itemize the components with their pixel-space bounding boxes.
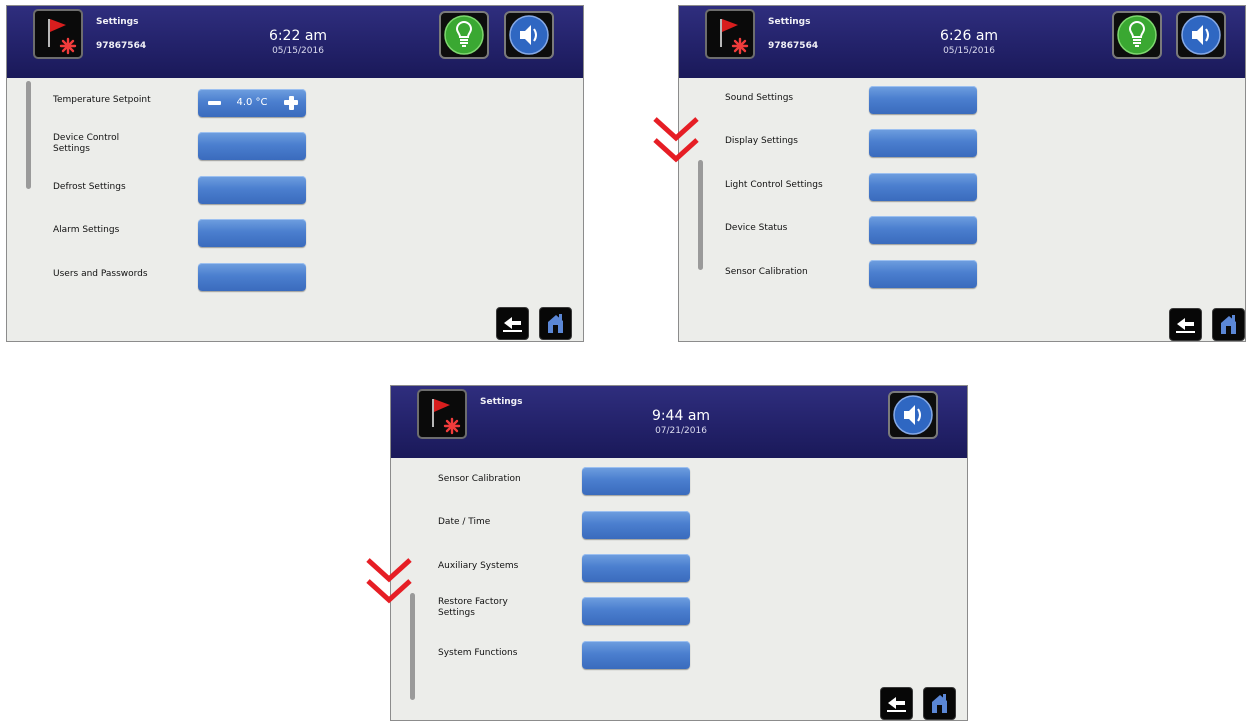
header-bar: Settings 97867564 6:26 am 05/15/2016 xyxy=(679,6,1245,78)
row-label-sensor-calibration: Sensor Calibration xyxy=(725,267,808,277)
defrost-settings-button[interactable] xyxy=(198,176,306,204)
screen-title: Settings xyxy=(768,17,811,27)
scrollbar[interactable] xyxy=(698,160,703,270)
users-passwords-button[interactable] xyxy=(198,263,306,291)
settings-list: Sound Settings Display Settings Light Co… xyxy=(679,78,1245,341)
row-label-sound: Sound Settings xyxy=(725,93,794,103)
clock-date: 07/21/2016 xyxy=(655,426,707,436)
home-button[interactable] xyxy=(1212,308,1245,341)
header-bar: Settings 9:44 am 07/21/2016 xyxy=(391,386,967,458)
row-label-defrost: Defrost Settings xyxy=(53,182,126,192)
row-label-display: Display Settings xyxy=(725,136,798,146)
speaker-icon xyxy=(1181,15,1221,55)
row-label-users: Users and Passwords xyxy=(53,269,148,279)
settings-screen-3: Settings 9:44 am 07/21/2016 Sensor Calib… xyxy=(390,385,968,721)
row-label-date-time: Date / Time xyxy=(438,517,491,527)
alarm-flag-button[interactable] xyxy=(33,9,83,59)
back-button[interactable] xyxy=(880,687,913,720)
sound-button[interactable] xyxy=(1176,11,1226,59)
clock-time: 6:26 am xyxy=(939,28,999,44)
screen-title: Settings xyxy=(96,17,139,27)
date-time-button[interactable] xyxy=(582,511,690,539)
back-icon xyxy=(503,317,522,332)
alarm-settings-button[interactable] xyxy=(198,219,306,247)
device-id: 97867564 xyxy=(96,41,147,51)
row-label-alarm: Alarm Settings xyxy=(53,225,120,235)
light-control-settings-button[interactable] xyxy=(869,173,977,201)
display-settings-button[interactable] xyxy=(869,129,977,157)
temperature-stepper[interactable]: 4.0 °C xyxy=(198,89,306,117)
speaker-icon xyxy=(893,395,933,435)
sound-button[interactable] xyxy=(504,11,554,59)
speaker-icon xyxy=(509,15,549,55)
home-button[interactable] xyxy=(923,687,956,720)
auxiliary-systems-button[interactable] xyxy=(582,554,690,582)
sound-settings-button[interactable] xyxy=(869,86,977,114)
back-button[interactable] xyxy=(1169,308,1202,341)
plus-icon-vertical xyxy=(288,95,294,110)
row-label-device-control: Device Control Settings xyxy=(53,133,120,154)
device-status-button[interactable] xyxy=(869,216,977,244)
settings-list: Sensor Calibration Date / Time Auxiliary… xyxy=(391,458,967,720)
back-icon xyxy=(887,697,906,712)
header-bar: Settings 97867564 6:22 am 05/15/2016 xyxy=(7,6,583,78)
settings-screen-1: Settings 97867564 6:22 am 05/15/2016 Tem… xyxy=(6,5,584,342)
settings-list: Temperature Setpoint 4.0 °C Device Contr… xyxy=(7,78,583,341)
clock-time: 9:44 am xyxy=(651,408,711,424)
light-toggle-button[interactable] xyxy=(1112,11,1162,59)
clock-time: 6:22 am xyxy=(268,28,328,44)
row-label-system-functions: System Functions xyxy=(438,648,518,658)
home-icon xyxy=(1221,315,1236,334)
alarm-flag-icon xyxy=(48,19,77,55)
alarm-flag-button[interactable] xyxy=(705,9,755,59)
sensor-calibration-button[interactable] xyxy=(869,260,977,288)
alarm-flag-icon xyxy=(432,399,461,435)
system-functions-button[interactable] xyxy=(582,641,690,669)
light-bulb-icon xyxy=(444,15,484,55)
row-label-restore-factory: Restore Factory Settings xyxy=(438,597,508,618)
alarm-flag-icon xyxy=(720,19,749,55)
back-icon xyxy=(1176,318,1195,333)
row-label-auxiliary: Auxiliary Systems xyxy=(438,561,519,571)
row-label-light-control: Light Control Settings xyxy=(725,180,823,190)
row-label-device-status: Device Status xyxy=(725,223,788,233)
home-icon xyxy=(548,314,563,333)
light-toggle-button[interactable] xyxy=(439,11,489,59)
settings-screen-2: Settings 97867564 6:26 am 05/15/2016 Sou… xyxy=(678,5,1246,342)
home-icon xyxy=(932,694,947,713)
scrollbar[interactable] xyxy=(26,81,31,189)
double-chevron-down-icon xyxy=(653,117,699,163)
row-label-temperature-setpoint: Temperature Setpoint xyxy=(53,95,151,105)
row-label-sensor-calibration: Sensor Calibration xyxy=(438,474,521,484)
device-id: 97867564 xyxy=(768,41,819,51)
double-chevron-down-icon xyxy=(366,558,412,604)
light-bulb-icon xyxy=(1117,15,1157,55)
clock-date: 05/15/2016 xyxy=(943,46,995,56)
sensor-calibration-button[interactable] xyxy=(582,467,690,495)
back-button[interactable] xyxy=(496,307,529,340)
scrollbar[interactable] xyxy=(410,593,415,700)
sound-button[interactable] xyxy=(888,391,938,439)
device-control-settings-button[interactable] xyxy=(198,132,306,160)
alarm-flag-button[interactable] xyxy=(417,389,467,439)
screen-title: Settings xyxy=(480,397,523,407)
restore-factory-settings-button[interactable] xyxy=(582,597,690,625)
clock-date: 05/15/2016 xyxy=(272,46,324,56)
home-button[interactable] xyxy=(539,307,572,340)
